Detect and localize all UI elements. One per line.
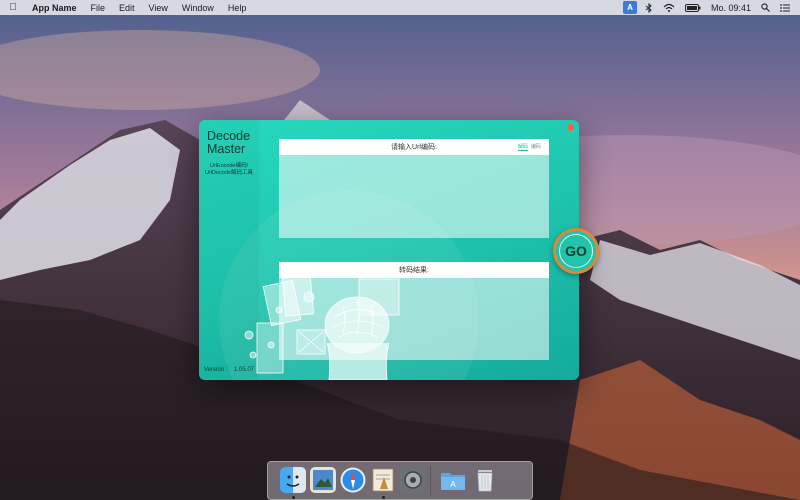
wifi-icon[interactable]	[663, 3, 675, 13]
menu-help[interactable]: Help	[228, 3, 247, 13]
safari-icon[interactable]	[340, 467, 366, 493]
menu-view[interactable]: View	[149, 3, 168, 13]
menu-bar:  App Name File Edit View Window Help A …	[0, 0, 800, 15]
preview-icon[interactable]	[310, 467, 336, 493]
result-output-area[interactable]	[279, 278, 549, 360]
url-input-area[interactable]	[279, 155, 549, 238]
dock-separator	[430, 466, 431, 496]
trash-icon[interactable]	[472, 467, 498, 493]
decode-mode-tab[interactable]: 解码	[517, 143, 528, 151]
brand-title-line2: Master	[207, 142, 246, 156]
svg-text:A: A	[450, 480, 456, 489]
decode-master-window: Decode Master UrlEncode编码/ UrlDecode解码工具…	[199, 120, 579, 380]
close-button[interactable]	[567, 124, 574, 131]
version-label: Version :	[204, 367, 228, 373]
apple-icon[interactable]: 	[0, 2, 26, 13]
menu-window[interactable]: Window	[182, 3, 214, 13]
input-panel-label: 请输入Url编码:	[391, 144, 437, 151]
finder-icon[interactable]	[280, 467, 306, 493]
output-panel-header: 转码结果:	[279, 262, 549, 278]
search-icon[interactable]	[761, 3, 770, 12]
system-preferences-icon[interactable]	[400, 467, 426, 493]
input-source-icon[interactable]: A	[622, 1, 637, 14]
menu-clock[interactable]: Mo. 09:41	[711, 3, 751, 13]
menu-app-name[interactable]: App Name	[32, 3, 77, 13]
output-panel: 转码结果:	[279, 262, 549, 360]
output-panel-label: 转码结果:	[399, 267, 429, 274]
menu-file[interactable]: File	[91, 3, 106, 13]
script-editor-icon[interactable]	[370, 467, 396, 493]
encode-mode-tab[interactable]: 编码	[531, 143, 541, 151]
battery-icon[interactable]	[684, 3, 701, 12]
dock: A	[267, 461, 533, 500]
bluetooth-icon[interactable]	[645, 2, 653, 13]
input-panel-header: 请输入Url编码: 解码 编码	[279, 139, 549, 155]
finder-running-indicator	[292, 496, 295, 499]
input-panel: 请输入Url编码: 解码 编码	[279, 139, 549, 238]
applications-folder-icon[interactable]: A	[440, 467, 466, 493]
go-button[interactable]: GO	[553, 228, 599, 274]
script-editor-running-indicator	[382, 496, 385, 499]
menu-edit[interactable]: Edit	[119, 3, 135, 13]
mode-toggle: 解码 编码	[517, 143, 541, 151]
brand-subtitle-line2: UrlDecode解码工具	[205, 170, 253, 176]
menu-extras: A Mo. 09:41	[622, 0, 800, 15]
menu-list-icon[interactable]	[780, 3, 790, 12]
